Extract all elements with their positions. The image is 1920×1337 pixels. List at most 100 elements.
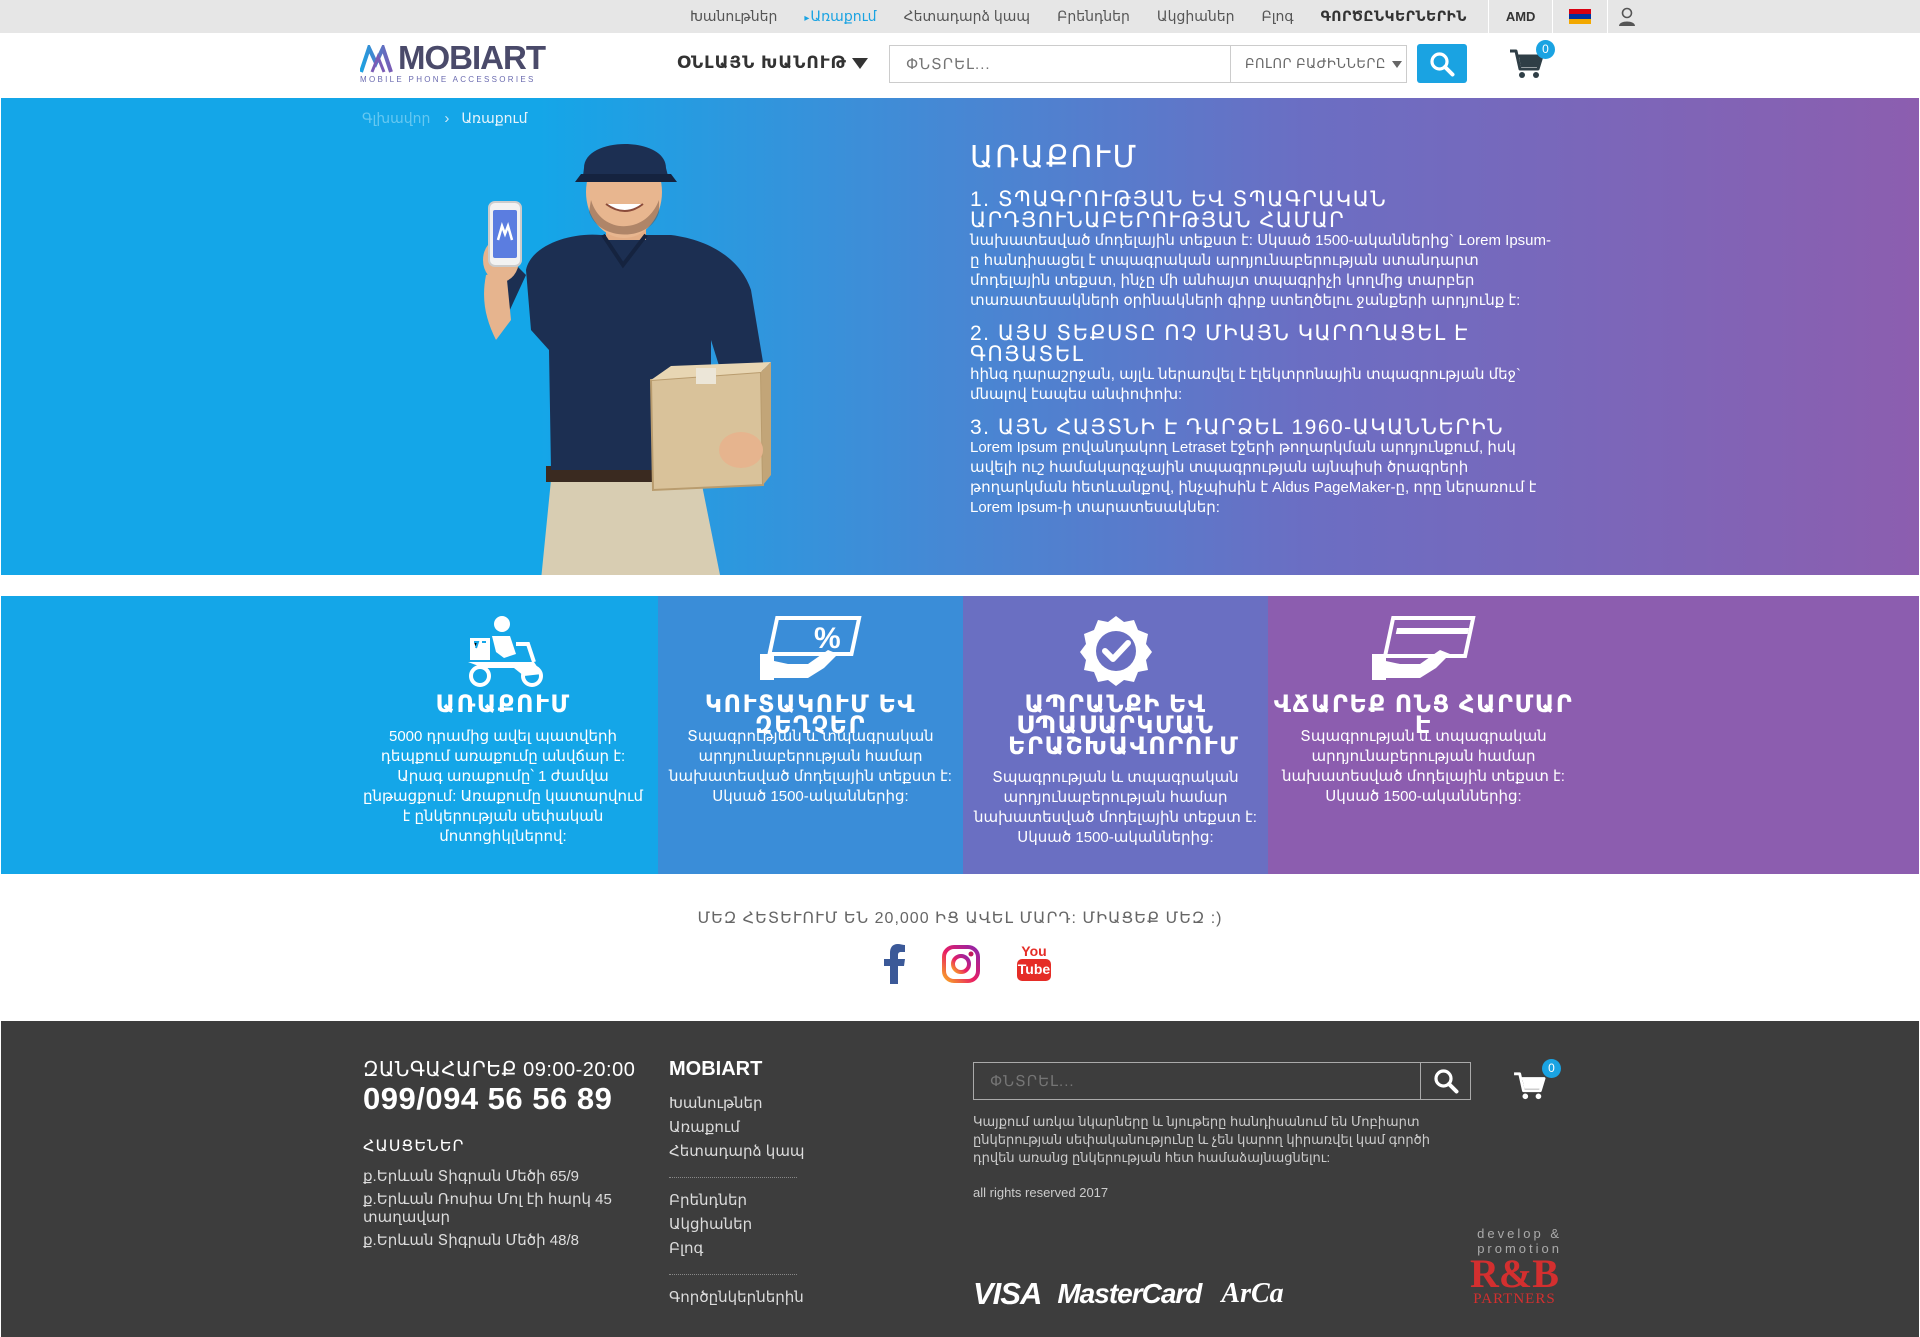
divider (669, 1274, 797, 1275)
armenian-flag-icon[interactable] (1569, 8, 1592, 25)
footer-cart-button[interactable]: 0 (1513, 1059, 1561, 1103)
caret-down-icon (1391, 60, 1402, 68)
search-icon (1433, 1069, 1458, 1094)
divider (1552, 0, 1554, 33)
youtube-icon[interactable]: You Tube (1017, 943, 1051, 983)
social-follow-text: ՄԵԶ ՀԵՏԵՒՈՒՄ ԵՆ 20,000 ԻՑ ԱՎԵԼ ՄԱՐԴ: ՄԻԱ… (697, 910, 1223, 927)
search-input[interactable] (890, 46, 1230, 82)
developer-name: R&B (1470, 1251, 1559, 1296)
arca-logo: ArCa (1221, 1278, 1284, 1309)
features-strip: ԱՌԱՔՈՒՄ 5000 դրամից ավել պատվերի դեպքում… (1, 596, 1919, 874)
hero-section-3-heading: 3. ԱՅՆ ՀԱՅՏՆԻ Է ԴԱՐՁԵԼ 1960-ԱԿԱՆՆԵՐԻՆ (970, 416, 1505, 439)
breadcrumb-current: Առաքում (461, 110, 528, 126)
footer-link-contact[interactable]: Հետադարձ կապ (669, 1142, 805, 1166)
svg-text:%: % (814, 622, 841, 655)
feature-guarantee: ԱՊՐԱՆՔԻ ԵՎ ՍՊԱՍԱՐԿՄԱՆ ԵՐԱՇԽԱՎՈՐՈՒՄ Տպագր… (963, 596, 1268, 874)
feature-guarantee-text: Տպագրության և տպագրական արդյունաբերությա… (974, 769, 1257, 846)
footer-address-item: ք.Երևան Տիգրան Մեծի 65/9 (363, 1168, 579, 1185)
footer-links: Խանութներ Առաքում Հետադարձ կապ Բրենդներ … (669, 1094, 805, 1312)
hero-section-2-heading: 2. ԱՅՍ ՏԵՔՍՏԸ ՈՉ ՄԻԱՅՆ ԿԱՐՈՂԱՑԵԼ Է ԳՈՅԱՏ… (970, 322, 1469, 366)
youtube-label-tube: Tube (1017, 959, 1051, 981)
footer-link-shops[interactable]: Խանութներ (669, 1094, 805, 1118)
discount-card-icon: % (759, 616, 862, 680)
topnav-partners[interactable]: ԳՈՐԾԸՆԿԵՐՆԵՐԻՆ (1321, 8, 1467, 25)
feature-discounts-text: Տպագրության և տպագրական արդյունաբերությա… (669, 728, 952, 805)
site-logo[interactable]: MOBIART MOBILE PHONE ACCESSORIES (360, 39, 560, 87)
topnav-shops[interactable]: Խանութներ (690, 8, 777, 25)
feature-delivery-title: ԱՌԱՔՈՒՄ (435, 691, 571, 718)
breadcrumb: Գլխավոր › Առաքում (362, 110, 528, 127)
logo-tagline: MOBILE PHONE ACCESSORIES (360, 75, 536, 84)
footer-phone[interactable]: 099/094 56 56 89 (363, 1081, 612, 1117)
footer-address-item: ք.Երևան Ռոսիա Մոլ էի հարկ 45 տաղավար (363, 1191, 612, 1226)
top-bar: Խանութներ Առաքում Հետադարձ կապ Բրենդներ … (0, 0, 1920, 33)
social-links: You Tube (880, 943, 1080, 985)
feature-delivery-text: 5000 դրամից ավել պատվերի դեպքում առաքում… (362, 728, 644, 845)
hero-banner: Գլխավոր › Առաքում ԱՌԱՔՈՒՄ 1. ՏՊԱԳՐՈՒԹՅԱՆ… (1, 98, 1919, 575)
top-nav: Խանութներ Առաքում Հետադարձ կապ Բրենդներ … (690, 0, 1646, 33)
footer-copyright-note: Կայքում առկա նկարները և նյութերը հանդիսա… (973, 1114, 1430, 1165)
logo-text: MOBIART (398, 39, 546, 76)
currency-switch[interactable]: AMD (1489, 9, 1553, 24)
footer-link-delivery[interactable]: Առաքում (669, 1118, 805, 1142)
footer-addresses-title: ՀԱՍՑԵՆԵՐ (363, 1138, 465, 1155)
search-icon (1430, 51, 1455, 76)
footer-address-item: ք.Երևան Տիգրան Մեծի 48/8 (363, 1232, 579, 1249)
site-header: MOBIART MOBILE PHONE ACCESSORIES ՕՆԼԱՅՆ … (0, 33, 1920, 97)
topnav-promotions[interactable]: Ակցիաներ (1157, 8, 1235, 25)
feature-guarantee-title: ԱՊՐԱՆՔԻ ԵՎ ՍՊԱՍԱՐԿՄԱՆ ԵՐԱՇԽԱՎՈՐՈՒՄ (1008, 691, 1240, 760)
breadcrumb-home-link[interactable]: Գլխավոր (362, 110, 430, 127)
online-shop-menu[interactable]: ՕՆԼԱՅՆ ԽԱՆՈՒԹ (677, 53, 868, 73)
footer-link-brands[interactable]: Բրենդներ (669, 1191, 805, 1215)
developer-logo[interactable]: develop & promotion R&B PARTNERS (1467, 1226, 1562, 1307)
feature-delivery: ԱՌԱՔՈՒՄ 5000 դրամից ավել պատվերի դեպքում… (1, 596, 658, 874)
cart-button[interactable]: 0 (1509, 40, 1555, 84)
footer-search-input[interactable] (974, 1063, 1424, 1099)
topnav-brands[interactable]: Բրենդներ (1057, 8, 1130, 25)
delivery-man-illustration (483, 144, 771, 575)
topnav-contact[interactable]: Հետադարձ կապ (904, 8, 1031, 25)
chevron-right-icon: › (444, 110, 450, 127)
card-payment-icon (1372, 616, 1476, 680)
caret-down-icon (851, 57, 868, 69)
mastercard-logo: MasterCard (1057, 1278, 1202, 1309)
footer-search-button[interactable] (1420, 1063, 1470, 1099)
logo-mark-icon (360, 45, 393, 73)
footer-rights: all rights reserved 2017 (973, 1185, 1109, 1200)
shopping-cart-icon (1514, 1072, 1546, 1100)
cart-count-badge: 0 (1542, 1059, 1561, 1078)
payment-methods: VISA MasterCard ArCa (973, 1276, 1284, 1312)
search-field[interactable] (889, 45, 1231, 83)
footer-link-blog[interactable]: Բլոգ (669, 1239, 805, 1263)
cart-count-badge: 0 (1536, 40, 1555, 59)
footer-brand: MOBIART (669, 1058, 763, 1080)
footer-call-hours: ԶԱՆԳԱՀԱՐԵՔ 09:00-20:00 (363, 1059, 636, 1081)
category-select-value: ԲՈԼՈՐ ԲԱԺԻՆՆԵՐԸ (1245, 56, 1386, 71)
feature-payment: ՎՃԱՐԵՔ ՈՆՑ ՀԱՐՄԱՐ Է Տպագրության և տպագրա… (1268, 596, 1919, 874)
developer-sub: PARTNERS (1473, 1291, 1556, 1307)
footer-search-field[interactable] (973, 1062, 1471, 1100)
hero-section-1-heading: 1. ՏՊԱԳՐՈՒԹՅԱՆ ԵՎ ՏՊԱԳՐԱԿԱՆ ԱՐԴՅՈՒՆԱԲԵՐՈ… (970, 188, 1388, 232)
divider (669, 1177, 797, 1178)
youtube-label-you: You (1021, 943, 1047, 959)
topnav-blog[interactable]: Բլոգ (1261, 8, 1293, 25)
search-button[interactable] (1417, 44, 1467, 83)
hero-section-3-text: Lorem Ipsum բովանդակող Letraset էջերի թո… (970, 439, 1537, 516)
delivery-scooter-icon (468, 616, 543, 687)
hero-section-2-text: հինգ դարաշրջան, այլև ներառվել է էլեկտրոն… (970, 366, 1522, 403)
site-footer: ԶԱՆԳԱՀԱՐԵՔ 09:00-20:00 099/094 56 56 89 … (1, 1021, 1919, 1337)
topnav-delivery[interactable]: Առաքում (804, 8, 876, 25)
feature-payment-text: Տպագրության և տպագրական արդյունաբերությա… (1282, 728, 1565, 805)
user-account-icon[interactable] (1608, 0, 1646, 33)
visa-logo: VISA (973, 1276, 1042, 1311)
hero-section-1-text: նախատեսված մոդելային տեքստ է: Սկսած 1500… (970, 232, 1551, 309)
footer-link-promotions[interactable]: Ակցիաներ (669, 1215, 805, 1239)
category-select[interactable]: ԲՈԼՈՐ ԲԱԺԻՆՆԵՐԸ (1230, 45, 1407, 83)
instagram-icon[interactable] (942, 945, 980, 983)
footer-link-partners[interactable]: Գործընկերներին (669, 1288, 805, 1312)
feature-discounts: % ԿՈՒՏԱԿՈՒՄ ԵՎ ԶԵՂՉԵՐ Տպագրության և տպագ… (658, 596, 963, 874)
online-shop-label: ՕՆԼԱՅՆ ԽԱՆՈՒԹ (677, 53, 847, 72)
hero-title: ԱՌԱՔՈՒՄ (970, 141, 1139, 174)
facebook-icon[interactable] (884, 944, 906, 984)
hero-content: ԱՌԱՔՈՒՄ 1. ՏՊԱԳՐՈՒԹՅԱՆ ԵՎ ՏՊԱԳՐԱԿԱՆ ԱՐԴՅ… (970, 140, 1560, 530)
